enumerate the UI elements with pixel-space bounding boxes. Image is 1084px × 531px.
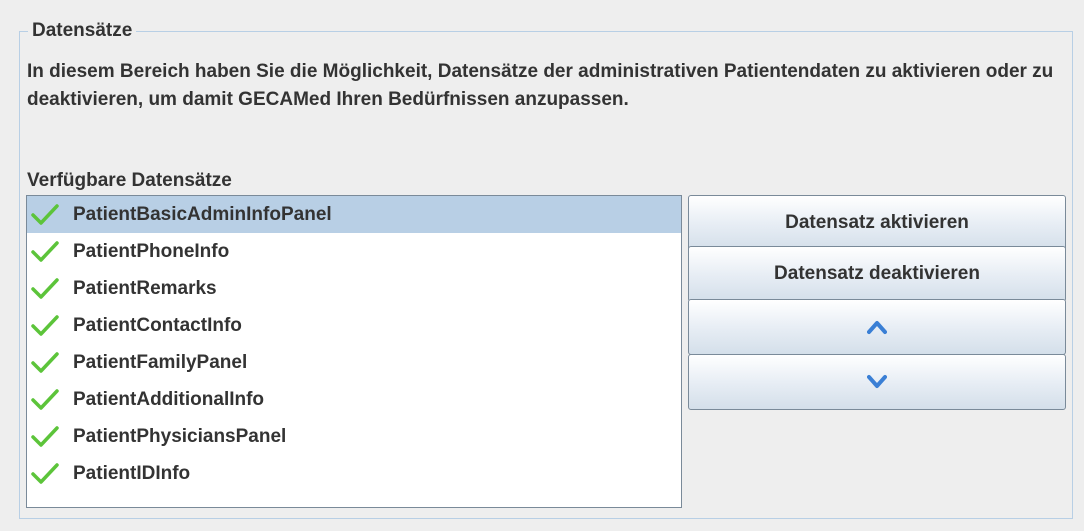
available-datasets-list[interactable]: PatientBasicAdminInfoPanel PatientPhoneI… <box>26 195 682 508</box>
list-item-label: PatientPhoneInfo <box>73 240 230 262</box>
list-item-label: PatientRemarks <box>73 277 217 299</box>
list-item[interactable]: PatientFamilyPanel <box>27 344 681 381</box>
list-item-label: PatientContactInfo <box>73 314 242 336</box>
list-item-label: PatientFamilyPanel <box>73 351 248 373</box>
check-icon <box>31 274 67 304</box>
activate-dataset-button[interactable]: Datensatz aktivieren <box>688 195 1066 251</box>
list-item[interactable]: PatientRemarks <box>27 270 681 307</box>
list-item-label: PatientIDInfo <box>73 462 191 484</box>
list-item[interactable]: PatientBasicAdminInfoPanel <box>27 196 681 233</box>
check-icon <box>31 459 67 489</box>
check-icon <box>31 237 67 267</box>
available-datasets-label: Verfügbare Datensätze <box>27 170 232 191</box>
chevron-down-icon <box>867 374 887 390</box>
move-down-button[interactable] <box>688 354 1066 410</box>
group-title: Datensätze <box>28 19 137 43</box>
move-up-button[interactable] <box>688 299 1066 355</box>
list-item-label: PatientBasicAdminInfoPanel <box>73 203 332 225</box>
list-item-label: PatientPhysiciansPanel <box>73 425 287 447</box>
deactivate-dataset-button[interactable]: Datensatz deaktivieren <box>688 246 1066 302</box>
list-item[interactable]: PatientPhoneInfo <box>27 233 681 270</box>
description-text: In diesem Bereich haben Sie die Möglichk… <box>27 61 1054 110</box>
check-icon <box>31 422 67 452</box>
chevron-up-icon <box>867 319 887 335</box>
list-item[interactable]: PatientAdditionalInfo <box>27 381 681 418</box>
list-item-label: PatientAdditionalInfo <box>73 388 265 410</box>
check-icon <box>31 348 67 378</box>
check-icon <box>31 200 67 230</box>
list-item[interactable]: PatientContactInfo <box>27 307 681 344</box>
check-icon <box>31 311 67 341</box>
list-item[interactable]: PatientIDInfo <box>27 455 681 492</box>
check-icon <box>31 385 67 415</box>
list-item[interactable]: PatientPhysiciansPanel <box>27 418 681 455</box>
